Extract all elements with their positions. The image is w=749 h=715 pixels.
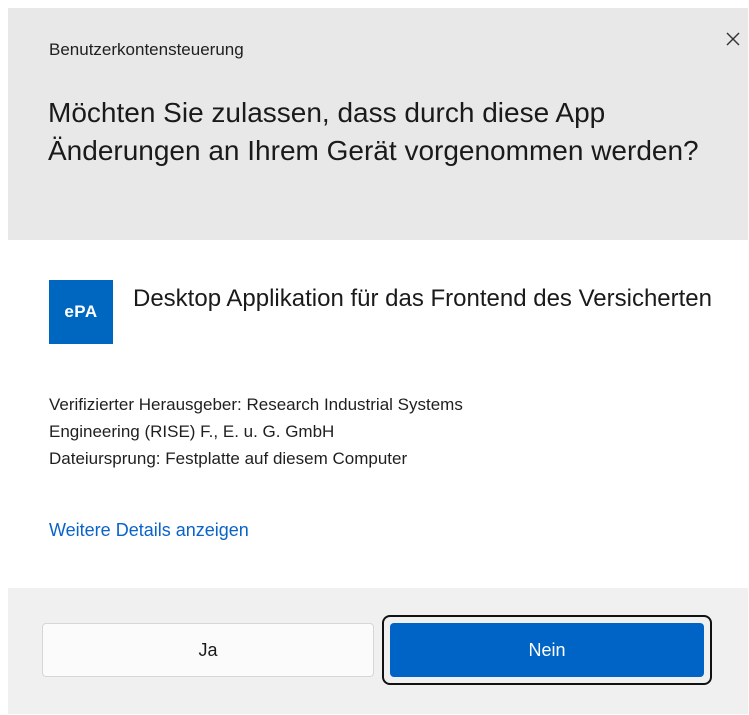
dialog-header: Benutzerkontensteuerung Möchten Sie zula…	[8, 8, 748, 240]
uac-dialog: Benutzerkontensteuerung Möchten Sie zula…	[8, 8, 748, 714]
publisher-info: Verifizierter Herausgeber: Research Indu…	[49, 391, 689, 472]
show-details-link[interactable]: Weitere Details anzeigen	[49, 520, 249, 541]
dialog-title: Benutzerkontensteuerung	[49, 40, 244, 59]
file-origin: Dateiursprung: Festplatte auf diesem Com…	[49, 449, 408, 468]
yes-button[interactable]: Ja	[42, 623, 374, 677]
uac-question: Möchten Sie zulassen, dass durch diese A…	[48, 97, 699, 166]
close-icon	[726, 32, 740, 46]
no-button[interactable]: Nein	[390, 623, 704, 677]
publisher-line: Engineering (RISE) F., E. u. G. GmbH	[49, 422, 335, 441]
app-name: Desktop Applikation für das Frontend des…	[133, 285, 712, 312]
publisher-line: Verifizierter Herausgeber: Research Indu…	[49, 395, 463, 414]
app-icon: ePA	[49, 280, 113, 344]
close-button[interactable]	[720, 26, 746, 52]
